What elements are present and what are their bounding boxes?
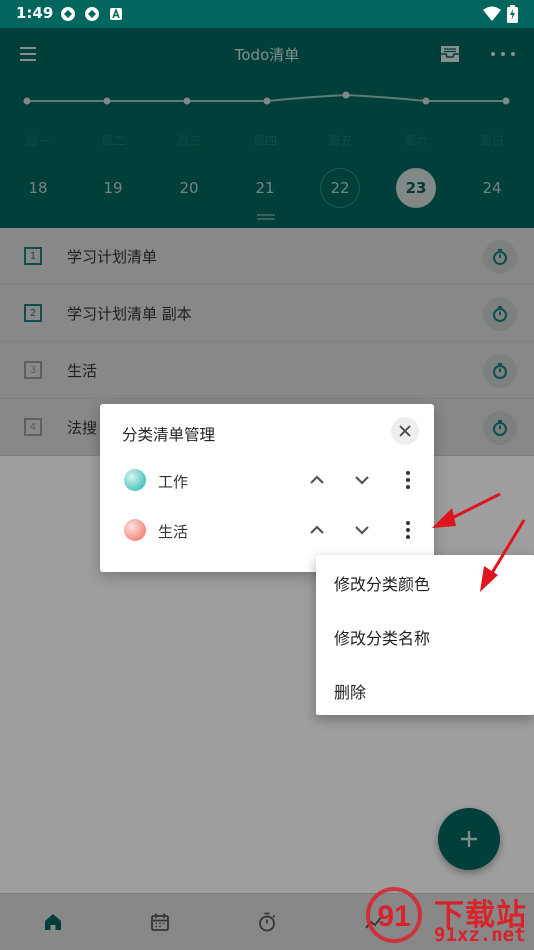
- status-time: 1:49: [16, 4, 54, 22]
- move-up-button[interactable]: [305, 468, 329, 492]
- menu-item-change-color[interactable]: 修改分类颜色: [334, 571, 430, 595]
- app-notification-icon: [85, 7, 99, 21]
- a-notification-icon: [110, 7, 122, 20]
- category-more-button[interactable]: [396, 518, 420, 542]
- category-label: 生活: [158, 523, 189, 541]
- move-down-button[interactable]: [350, 518, 374, 542]
- app-notification-icon: [61, 7, 75, 21]
- category-more-button[interactable]: [396, 468, 420, 492]
- category-manage-dialog: 分类清单管理 工作 生活: [100, 404, 434, 572]
- category-options-menu: 修改分类颜色 修改分类名称 删除: [316, 555, 534, 715]
- dialog-title: 分类清单管理: [122, 426, 216, 444]
- category-row: 工作: [100, 460, 434, 500]
- menu-item-delete[interactable]: 删除: [334, 679, 366, 703]
- watermark: 91 下载站 91xz.net: [358, 880, 534, 950]
- status-bar: 1:49: [0, 0, 534, 28]
- menu-item-rename[interactable]: 修改分类名称: [334, 625, 430, 649]
- move-down-button[interactable]: [350, 468, 374, 492]
- category-row: 生活: [100, 510, 434, 550]
- move-up-button[interactable]: [305, 518, 329, 542]
- close-icon: [399, 425, 411, 437]
- category-label: 工作: [158, 473, 189, 491]
- watermark-logo-text: 91: [377, 900, 410, 933]
- watermark-logo-icon: 91: [366, 887, 422, 943]
- category-color-dot[interactable]: [124, 519, 146, 541]
- category-color-dot[interactable]: [124, 469, 146, 491]
- watermark-text-en: 91xz.net: [434, 924, 526, 946]
- battery-charging-icon: [507, 5, 518, 23]
- wifi-icon: [483, 6, 501, 21]
- dialog-close-button[interactable]: [391, 417, 419, 445]
